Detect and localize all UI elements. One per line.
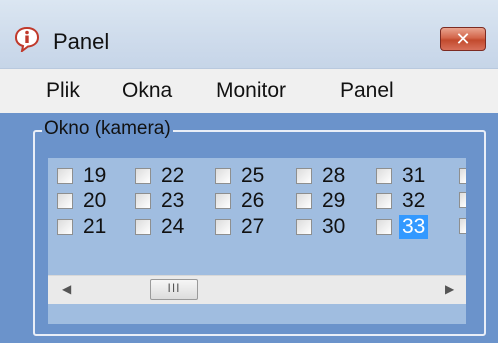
checkbox[interactable] [215,219,231,235]
checkbox[interactable] [376,193,392,209]
scroll-thumb[interactable]: III [150,279,198,300]
client-area: Okno (kamera) 19 20 21 22 23 24 25 26 27 28 29 30 31… [0,113,498,343]
info-icon [14,26,40,52]
checkbox-partial[interactable] [459,168,466,184]
camera-checkbox-item[interactable]: 21 [57,215,129,239]
window-title: Panel [53,29,110,54]
checkbox[interactable] [57,193,73,209]
camera-checkbox-item[interactable]: 24 [135,215,207,239]
menu-panel[interactable]: Panel [340,79,394,103]
checkbox[interactable] [135,193,151,209]
camera-number-label[interactable]: 25 [238,164,267,188]
camera-number-label[interactable]: 28 [319,164,348,188]
scroll-right-icon[interactable]: ▶ [445,282,454,296]
camera-checkbox-item[interactable]: 31 [376,164,448,188]
title-bar[interactable]: Panel ✕ [0,0,498,69]
camera-number-label[interactable]: 26 [238,189,267,213]
groupbox-label: Okno (kamera) [42,118,173,140]
camera-checkbox-item[interactable]: 33 [376,215,448,239]
camera-checkbox-item[interactable]: 22 [135,164,207,188]
camera-number-label[interactable]: 24 [158,215,187,239]
camera-number-label[interactable]: 30 [319,215,348,239]
checkbox[interactable] [57,168,73,184]
scroll-left-icon[interactable]: ◀ [62,282,71,296]
menu-monitor[interactable]: Monitor [216,79,286,103]
camera-number-label[interactable]: 32 [399,189,428,213]
camera-checkbox-item[interactable]: 32 [376,189,448,213]
menu-bar: Plik Okna Monitor Panel [0,69,498,113]
checkbox[interactable] [135,168,151,184]
checkbox[interactable] [296,219,312,235]
close-button[interactable]: ✕ [440,27,486,51]
camera-number-label[interactable]: 27 [238,215,267,239]
camera-number-label[interactable]: 22 [158,164,187,188]
checkbox[interactable] [376,168,392,184]
horizontal-scrollbar[interactable]: ◀ III ▶ [48,275,466,304]
camera-checkbox-item[interactable]: 26 [215,189,287,213]
camera-checkbox-item[interactable]: 28 [296,164,368,188]
checkbox[interactable] [296,168,312,184]
camera-checkbox-item[interactable]: 27 [215,215,287,239]
camera-number-label[interactable]: 19 [80,164,109,188]
grip-icon: III [167,281,181,295]
camera-number-label[interactable]: 31 [399,164,428,188]
checkbox-partial[interactable] [459,192,466,208]
camera-number-label[interactable]: 21 [80,215,109,239]
camera-number-label[interactable]: 33 [399,215,429,239]
panel-window: Panel ✕ Plik Okna Monitor Panel Okno (ka… [0,0,498,343]
checkbox[interactable] [215,168,231,184]
camera-checkbox-item[interactable]: 30 [296,215,368,239]
camera-number-label[interactable]: 29 [319,189,348,213]
camera-number-label[interactable]: 23 [158,189,187,213]
checkbox[interactable] [376,219,392,235]
camera-checkbox-item[interactable]: 29 [296,189,368,213]
camera-checkbox-item[interactable]: 20 [57,189,129,213]
checkbox[interactable] [215,193,231,209]
checkbox[interactable] [135,219,151,235]
menu-okna[interactable]: Okna [122,79,172,103]
camera-number-label[interactable]: 20 [80,189,109,213]
menu-plik[interactable]: Plik [46,79,80,103]
checkbox-partial[interactable] [459,218,466,234]
camera-checkbox-item[interactable]: 23 [135,189,207,213]
camera-checkbox-item[interactable]: 25 [215,164,287,188]
camera-checkbox-item[interactable]: 19 [57,164,129,188]
checkbox[interactable] [296,193,312,209]
close-icon: ✕ [455,29,471,50]
checkbox[interactable] [57,219,73,235]
